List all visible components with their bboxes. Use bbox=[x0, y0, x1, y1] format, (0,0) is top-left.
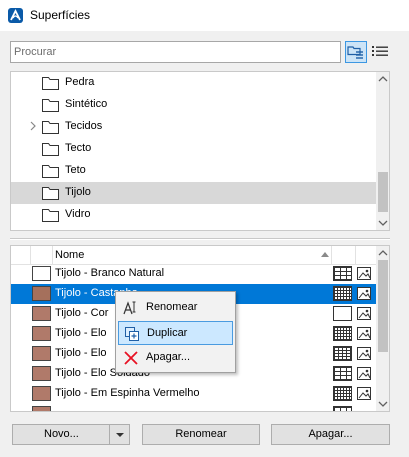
tree-item[interactable]: Sintético bbox=[11, 94, 376, 116]
scroll-down-icon[interactable] bbox=[376, 397, 390, 411]
header-divider bbox=[331, 246, 332, 264]
context-menu[interactable]: Renomear Duplicar Apagar... bbox=[115, 291, 236, 373]
header-divider bbox=[30, 246, 31, 264]
tree-item-label: Tecto bbox=[65, 142, 92, 154]
menu-item-label: Duplicar bbox=[147, 327, 188, 339]
delete-x-icon bbox=[124, 351, 138, 365]
dropdown-arrow-icon bbox=[115, 433, 124, 437]
table-row[interactable] bbox=[11, 404, 376, 411]
menu-item-label: Renomear bbox=[146, 301, 198, 313]
color-swatch bbox=[32, 266, 51, 281]
tree-item-label: Sintético bbox=[65, 98, 108, 110]
folder-icon bbox=[42, 187, 59, 200]
list-view-button[interactable] bbox=[370, 41, 390, 63]
pattern-preview bbox=[333, 286, 352, 301]
delete-button[interactable]: Apagar... bbox=[271, 424, 390, 445]
pattern-preview bbox=[333, 306, 352, 321]
render-preview-icon[interactable] bbox=[357, 267, 371, 280]
render-preview-icon[interactable] bbox=[357, 347, 371, 360]
pattern-preview bbox=[333, 406, 352, 411]
pattern-preview bbox=[333, 366, 352, 381]
menu-item-label: Apagar... bbox=[146, 351, 191, 363]
scroll-up-icon[interactable] bbox=[376, 246, 390, 260]
menu-item-duplicate[interactable]: Duplicar bbox=[118, 321, 233, 345]
folder-icon bbox=[42, 209, 59, 222]
row-label: Tijolo - Cor bbox=[55, 307, 109, 319]
title-bar: Superfícies bbox=[0, 0, 409, 31]
color-swatch bbox=[32, 406, 51, 411]
tree-item[interactable]: Tecto bbox=[11, 138, 376, 160]
search-input[interactable] bbox=[14, 43, 334, 61]
tree-item-selected[interactable]: Tijolo bbox=[11, 182, 376, 204]
folder-icon bbox=[42, 143, 59, 156]
row-label: Tijolo - Elo bbox=[55, 327, 107, 339]
row-label: Tijolo - Elo bbox=[55, 347, 107, 359]
new-button-label: Novo... bbox=[44, 428, 79, 440]
row-label: Tijolo - Em Espinha Vermelho bbox=[55, 387, 200, 399]
folder-tree[interactable]: Pedra Sintético Tecidos Tecto Teto Tijol… bbox=[10, 71, 390, 231]
tree-item[interactable]: Pedra bbox=[11, 72, 376, 94]
menu-item-rename[interactable]: Renomear bbox=[118, 296, 233, 320]
rename-button[interactable]: Renomear bbox=[142, 424, 260, 445]
folder-view-button[interactable] bbox=[345, 41, 367, 63]
folder-icon bbox=[42, 165, 59, 178]
new-dropdown-button[interactable] bbox=[109, 424, 130, 445]
color-swatch bbox=[32, 366, 51, 381]
pattern-preview bbox=[333, 346, 352, 361]
tree-item[interactable]: Tecidos bbox=[11, 116, 376, 138]
pane-splitter[interactable] bbox=[10, 238, 390, 240]
scroll-down-icon[interactable] bbox=[376, 216, 390, 230]
table-row[interactable]: Tijolo - Em Espinha Vermelho bbox=[11, 384, 376, 404]
table-header: Nome bbox=[11, 246, 376, 265]
pattern-preview bbox=[333, 326, 352, 341]
render-preview-icon[interactable] bbox=[357, 287, 371, 300]
pattern-preview bbox=[333, 386, 352, 401]
color-swatch bbox=[32, 306, 51, 321]
sort-ascending-icon bbox=[321, 252, 329, 257]
folder-tree-icon bbox=[347, 46, 363, 59]
table-scrollbar[interactable] bbox=[376, 246, 390, 411]
color-swatch bbox=[32, 346, 51, 361]
rename-icon bbox=[123, 301, 136, 315]
tree-scroll-thumb[interactable] bbox=[378, 172, 388, 212]
tree-item-label: Vidro bbox=[65, 208, 91, 220]
table-row[interactable]: Tijolo - Branco Natural bbox=[11, 264, 376, 284]
tree-item[interactable]: Vidro bbox=[11, 204, 376, 226]
search-field[interactable] bbox=[10, 41, 341, 63]
table-scroll-thumb[interactable] bbox=[378, 260, 388, 352]
folder-icon bbox=[42, 99, 59, 112]
row-label: Tijolo - Branco Natural bbox=[55, 267, 165, 279]
color-swatch bbox=[32, 286, 51, 301]
color-swatch bbox=[32, 386, 51, 401]
render-preview-icon[interactable] bbox=[357, 327, 371, 340]
render-preview-icon[interactable] bbox=[357, 387, 371, 400]
color-swatch bbox=[32, 326, 51, 341]
menu-item-delete[interactable]: Apagar... bbox=[118, 346, 233, 370]
folder-icon bbox=[42, 77, 59, 90]
chevron-right-icon[interactable] bbox=[28, 121, 38, 131]
new-button[interactable]: Novo... bbox=[12, 424, 111, 445]
tree-item-label: Tecidos bbox=[65, 120, 103, 132]
duplicate-icon bbox=[125, 327, 139, 341]
tree-item-label: Teto bbox=[65, 164, 86, 176]
window-title: Superfícies bbox=[30, 8, 91, 22]
app-icon bbox=[8, 8, 23, 23]
tree-scrollbar[interactable] bbox=[376, 72, 390, 230]
header-divider bbox=[52, 246, 53, 264]
list-icon bbox=[372, 46, 388, 56]
render-preview-icon[interactable] bbox=[357, 367, 371, 380]
tree-item-label: Tijolo bbox=[65, 186, 91, 198]
header-divider bbox=[355, 246, 356, 264]
pattern-preview bbox=[333, 266, 352, 281]
folder-icon bbox=[42, 121, 59, 134]
column-header-name[interactable]: Nome bbox=[55, 249, 84, 261]
tree-item-label: Pedra bbox=[65, 76, 95, 88]
render-preview-icon[interactable] bbox=[357, 307, 371, 320]
tree-item[interactable]: Teto bbox=[11, 160, 376, 182]
scroll-up-icon[interactable] bbox=[376, 72, 390, 86]
